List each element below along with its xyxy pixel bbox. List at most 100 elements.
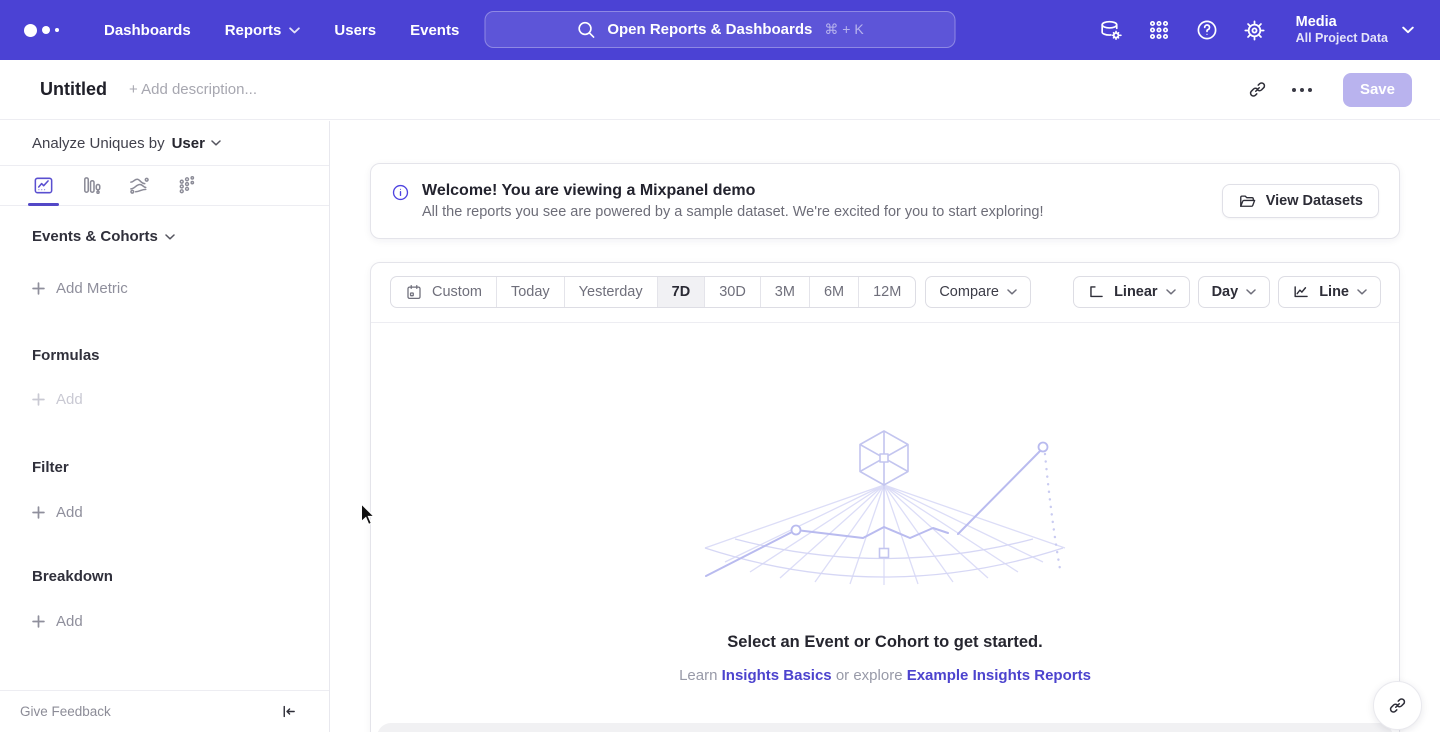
banner-body: All the reports you see are powered by a… — [422, 204, 1044, 220]
date-range-3m[interactable]: 3M — [760, 277, 809, 307]
date-range-label: 3M — [775, 284, 795, 300]
events-cohorts-label: Events & Cohorts — [32, 228, 158, 245]
report-actions: Save — [1241, 73, 1412, 107]
chevron-down-icon — [1357, 289, 1367, 295]
interval-label: Day — [1212, 284, 1239, 300]
report-title[interactable]: Untitled — [40, 79, 107, 100]
chevron-down-icon — [1166, 289, 1176, 295]
date-range-label: Custom — [432, 284, 482, 300]
empty-state-subtitle: Learn Insights Basics or explore Example… — [371, 667, 1399, 684]
line-style-icon — [1292, 283, 1311, 302]
search-shortcut: ⌘ + K — [824, 21, 863, 38]
plus-icon — [32, 506, 45, 519]
nav-item-users[interactable]: Users — [334, 22, 376, 39]
add-metric-label: Add Metric — [56, 280, 128, 297]
chevron-down-icon — [289, 27, 300, 34]
collapse-sidebar-icon[interactable] — [280, 703, 297, 720]
date-range-12m[interactable]: 12M — [858, 277, 915, 307]
chart-controls: Custom Today Yesterday 7D 30D 3M 6M 12M … — [371, 263, 1399, 323]
scale-dropdown[interactable]: Linear — [1073, 276, 1190, 308]
give-feedback-link[interactable]: Give Feedback — [20, 704, 111, 719]
apps-grid-icon[interactable] — [1146, 17, 1172, 43]
empty-state-title: Select an Event or Cohort to get started… — [371, 633, 1399, 652]
nav-item-dashboards[interactable]: Dashboards — [104, 22, 191, 39]
insights-panel: Custom Today Yesterday 7D 30D 3M 6M 12M … — [370, 262, 1400, 732]
chart-type-tabs — [0, 166, 329, 206]
add-breakdown-label: Add — [56, 613, 83, 630]
bar-chart-icon[interactable] — [80, 166, 103, 206]
results-table-peek — [377, 723, 1393, 732]
view-datasets-label: View Datasets — [1266, 193, 1363, 209]
date-range-label: Yesterday — [579, 284, 643, 300]
example-insights-reports-link[interactable]: Example Insights Reports — [907, 667, 1091, 684]
date-range-label: Today — [511, 284, 550, 300]
copy-link-icon[interactable] — [1241, 73, 1275, 107]
scale-label: Linear — [1114, 284, 1158, 300]
sidebar-footer: Give Feedback — [0, 690, 329, 732]
top-nav: Dashboards Reports Users Events Open Rep… — [0, 0, 1440, 60]
global-search[interactable]: Open Reports & Dashboards ⌘ + K — [485, 11, 956, 48]
settings-gear-icon[interactable] — [1242, 17, 1268, 43]
chevron-down-icon — [1007, 289, 1017, 295]
search-placeholder: Open Reports & Dashboards — [607, 21, 812, 38]
date-range-selector: Custom Today Yesterday 7D 30D 3M 6M 12M — [390, 276, 916, 308]
flow-chart-icon[interactable] — [128, 166, 151, 206]
chart-style-dropdown[interactable]: Line — [1278, 276, 1381, 308]
date-range-custom[interactable]: Custom — [391, 277, 496, 307]
plus-icon — [32, 393, 45, 406]
add-metric-button[interactable]: Add Metric — [0, 280, 329, 297]
date-range-yesterday[interactable]: Yesterday — [564, 277, 657, 307]
filter-label: Filter — [32, 459, 69, 476]
date-range-30d[interactable]: 30D — [704, 277, 760, 307]
add-formula-button[interactable]: Add — [0, 391, 329, 408]
compare-dropdown[interactable]: Compare — [925, 276, 1031, 308]
save-button[interactable]: Save — [1343, 73, 1412, 107]
chart-style-label: Line — [1319, 284, 1349, 300]
chevron-down-icon — [165, 234, 175, 240]
report-description-placeholder[interactable]: + Add description... — [129, 81, 257, 98]
analyze-label: Analyze Uniques by — [32, 135, 165, 152]
scatter-chart-icon[interactable] — [176, 166, 199, 206]
project-switcher[interactable]: Media All Project Data — [1296, 13, 1414, 47]
interval-dropdown[interactable]: Day — [1198, 276, 1271, 308]
chevron-down-icon — [211, 140, 221, 146]
line-chart-icon[interactable] — [32, 166, 55, 206]
breakdown-header: Breakdown — [0, 568, 329, 585]
nav-label: Dashboards — [104, 22, 191, 39]
events-cohorts-header[interactable]: Events & Cohorts — [0, 228, 329, 245]
subtitle-text: Learn — [679, 667, 717, 684]
subtitle-text: or explore — [836, 667, 903, 684]
help-icon[interactable] — [1194, 17, 1220, 43]
welcome-banner: Welcome! You are viewing a Mixpanel demo… — [370, 163, 1400, 239]
insights-basics-link[interactable]: Insights Basics — [722, 667, 832, 684]
analyze-row: Analyze Uniques by User — [0, 121, 329, 166]
date-range-7d[interactable]: 7D — [657, 277, 705, 307]
chart-display-controls: Linear Day Line — [1073, 276, 1381, 308]
calendar-icon — [405, 283, 423, 301]
mixpanel-logo[interactable] — [24, 24, 76, 37]
nav-item-events[interactable]: Events — [410, 22, 459, 39]
project-name: Media — [1296, 13, 1388, 31]
analyze-by-dropdown[interactable]: User — [172, 135, 221, 152]
more-options-button[interactable] — [1285, 73, 1319, 107]
chevron-down-icon — [1246, 289, 1256, 295]
add-filter-label: Add — [56, 504, 83, 521]
info-icon — [391, 183, 410, 202]
link-icon — [1388, 696, 1407, 715]
linear-axis-icon — [1087, 283, 1106, 302]
view-datasets-button[interactable]: View Datasets — [1222, 184, 1379, 218]
share-link-button[interactable] — [1373, 681, 1422, 730]
date-range-label: 7D — [672, 284, 691, 300]
nav-label: Reports — [225, 22, 282, 39]
filter-header: Filter — [0, 459, 329, 476]
add-breakdown-button[interactable]: Add — [0, 613, 329, 630]
nav-item-reports[interactable]: Reports — [225, 22, 301, 39]
nav-label: Users — [334, 22, 376, 39]
data-management-icon[interactable] — [1098, 17, 1124, 43]
main-content: Welcome! You are viewing a Mixpanel demo… — [330, 120, 1440, 732]
add-filter-button[interactable]: Add — [0, 504, 329, 521]
date-range-today[interactable]: Today — [496, 277, 564, 307]
report-header: Untitled + Add description... Save — [0, 60, 1440, 120]
search-icon — [576, 20, 595, 39]
date-range-6m[interactable]: 6M — [809, 277, 858, 307]
